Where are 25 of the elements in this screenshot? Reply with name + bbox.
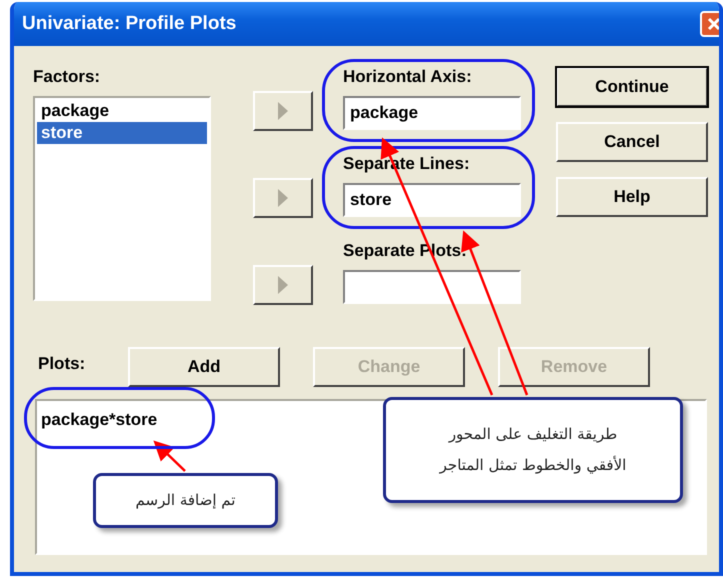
annotation-arrow xyxy=(153,440,186,472)
move-button[interactable] xyxy=(253,91,313,131)
right-arrow-icon xyxy=(278,276,288,294)
target-field[interactable]: package xyxy=(343,96,521,130)
target-field[interactable]: store xyxy=(343,183,521,217)
plot-button[interactable]: Add xyxy=(128,347,280,387)
right-arrow-icon xyxy=(278,189,288,207)
callout-text: تم إضافة الرسم xyxy=(136,490,236,511)
plot-item[interactable]: package*store xyxy=(41,410,158,429)
window-title: Univariate: Profile Plots xyxy=(22,12,236,36)
dialog-button[interactable]: Continue xyxy=(556,67,708,107)
list-item[interactable]: store xyxy=(37,122,207,144)
factors-list[interactable]: package store xyxy=(33,96,211,301)
field-label: Horizontal Axis: xyxy=(343,66,473,88)
dialog-button[interactable]: Cancel xyxy=(556,122,708,162)
right-arrow-icon xyxy=(278,102,288,120)
target-field[interactable] xyxy=(343,270,521,304)
dialog-button[interactable]: Help xyxy=(556,177,708,217)
callout-text: طريقة التغليف على المحور الأفقي والخطوط تمثل المتاجر xyxy=(440,424,626,476)
move-button[interactable] xyxy=(253,178,313,218)
list-item[interactable]: package xyxy=(37,100,207,122)
plots-label: Plots: xyxy=(38,353,86,375)
close-icon xyxy=(707,17,719,31)
move-button[interactable] xyxy=(253,265,313,305)
factors-label: Factors: xyxy=(33,66,102,88)
